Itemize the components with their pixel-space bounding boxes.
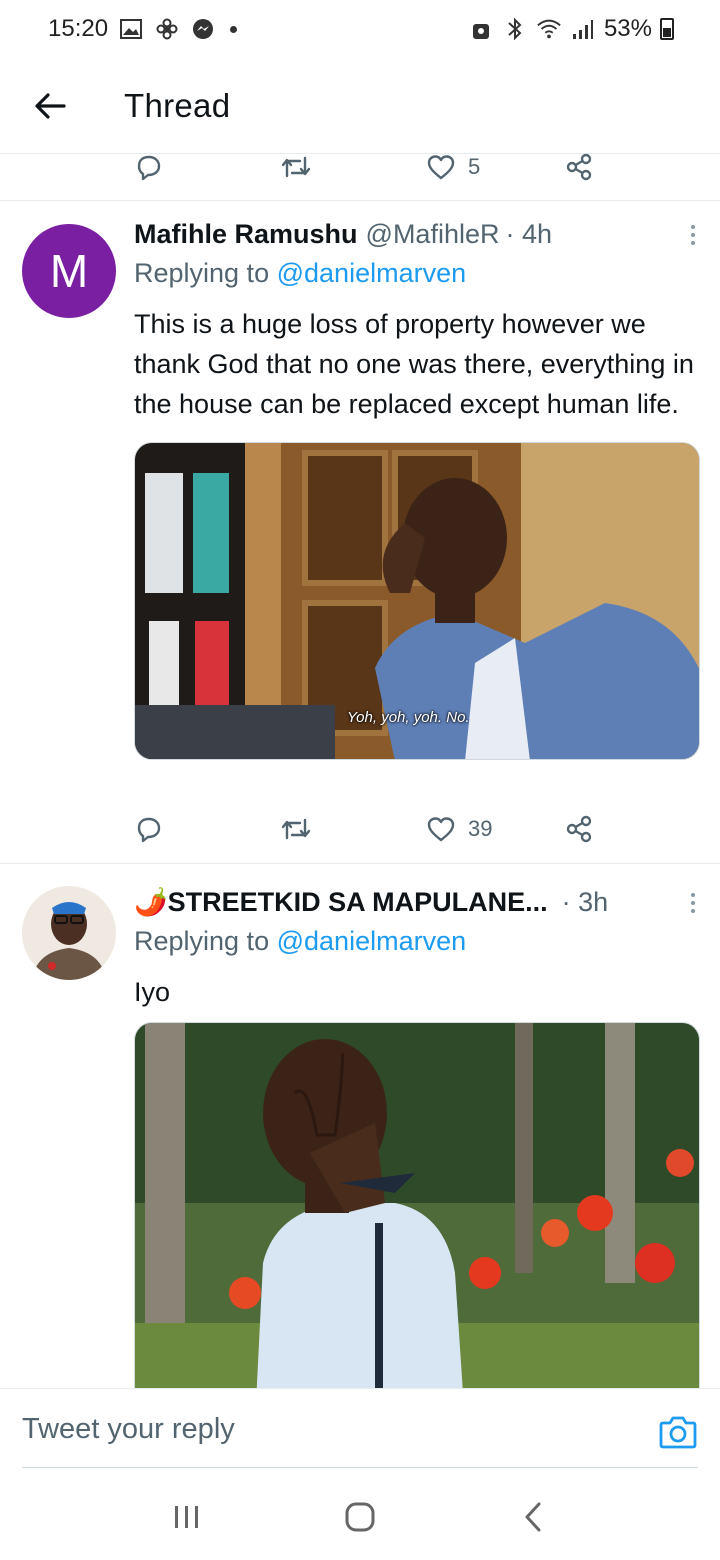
tweet-author-name[interactable]: 🌶️STREETKID SA MAPULANE... (134, 886, 548, 918)
avatar[interactable]: M (22, 224, 116, 318)
status-bar: 15:20 53% (0, 0, 720, 58)
retweet-button[interactable] (280, 152, 426, 182)
replying-to: Replying to @danielmarven (134, 258, 700, 296)
home-icon (345, 1502, 375, 1532)
tweet[interactable]: 🌶️STREETKID SA MAPULANE... · 3h Replying… (0, 882, 720, 1388)
share-button[interactable] (564, 814, 624, 844)
battery-icon (660, 18, 674, 40)
reply-button[interactable] (134, 152, 280, 182)
status-time: 15:20 (48, 15, 109, 42)
retweet-icon (281, 156, 311, 178)
system-back-button[interactable] (503, 1487, 563, 1547)
tweet-author-handle: @MafihleR (365, 218, 500, 249)
retweet-icon (281, 818, 311, 840)
heart-icon (427, 155, 455, 180)
wifi-icon (536, 16, 562, 42)
more-notifications-dot-icon (230, 25, 238, 33)
like-button[interactable]: 5 (426, 153, 564, 181)
back-button[interactable] (20, 76, 80, 136)
divider (22, 1467, 698, 1468)
messenger-notification-icon (190, 16, 216, 42)
replying-to-prefix: Replying to (134, 926, 270, 956)
fan-notification-icon (154, 16, 180, 42)
tweet-time: · 4h (505, 218, 553, 249)
tweet-text: Iyo (134, 977, 171, 1007)
tweet-time: · 3h (561, 886, 609, 917)
more-options-icon[interactable] (686, 223, 700, 245)
like-count: 39 (468, 816, 493, 841)
reply-icon (137, 817, 161, 843)
reply-composer (0, 1388, 720, 1474)
previous-tweet-actions: 5 (0, 142, 720, 192)
crying-child-image (135, 1023, 699, 1388)
more-options-icon[interactable] (686, 891, 700, 913)
signal-icon (570, 16, 596, 42)
chevron-left-icon (525, 1502, 541, 1532)
app-header: Thread (0, 58, 720, 154)
share-icon (566, 815, 592, 843)
heart-icon (427, 817, 455, 842)
retweet-button[interactable] (280, 814, 426, 844)
page-title: Thread (124, 86, 231, 124)
like-count: 5 (468, 154, 481, 179)
replying-to-link[interactable]: @danielmarven (277, 258, 467, 288)
replying-to: Replying to @danielmarven (134, 926, 700, 964)
share-icon (566, 153, 592, 181)
arrow-left-icon (35, 92, 66, 119)
battery-percent: 53% (603, 15, 652, 42)
home-button[interactable] (330, 1487, 390, 1547)
tweet-author-name[interactable]: Mafihle Ramushu (134, 219, 358, 250)
reply-button[interactable] (134, 814, 280, 844)
avatar[interactable] (22, 886, 116, 980)
share-button[interactable] (564, 152, 624, 182)
tweet-media-image[interactable] (134, 1022, 700, 1388)
like-button[interactable]: 39 (426, 815, 564, 843)
recent-apps-icon (174, 1506, 198, 1528)
replying-to-prefix: Replying to (134, 258, 270, 288)
reply-input[interactable] (22, 1413, 622, 1446)
bluetooth-icon (502, 16, 528, 42)
reply-icon (137, 155, 161, 181)
recent-apps-button[interactable] (157, 1487, 217, 1547)
lock-icon (468, 16, 494, 42)
tweet-text: This is a huge loss of property however … (134, 309, 694, 419)
avatar-photo (22, 886, 116, 980)
replying-to-link[interactable]: @danielmarven (277, 926, 467, 956)
avatar-letter: M (49, 245, 89, 297)
gallery-notification-icon (118, 16, 144, 42)
camera-button[interactable] (658, 1413, 698, 1453)
camera-icon (659, 1416, 697, 1449)
tweet-media-image[interactable]: Yoh, yoh, yoh. No. (134, 442, 700, 760)
system-nav-bar (0, 1474, 720, 1560)
divider (0, 863, 720, 864)
divider (0, 200, 720, 201)
tweet[interactable]: M Mafihle Ramushu @MafihleR · 4h Replyin… (0, 214, 720, 864)
media-caption: Yoh, yoh, yoh. No. (347, 709, 470, 726)
